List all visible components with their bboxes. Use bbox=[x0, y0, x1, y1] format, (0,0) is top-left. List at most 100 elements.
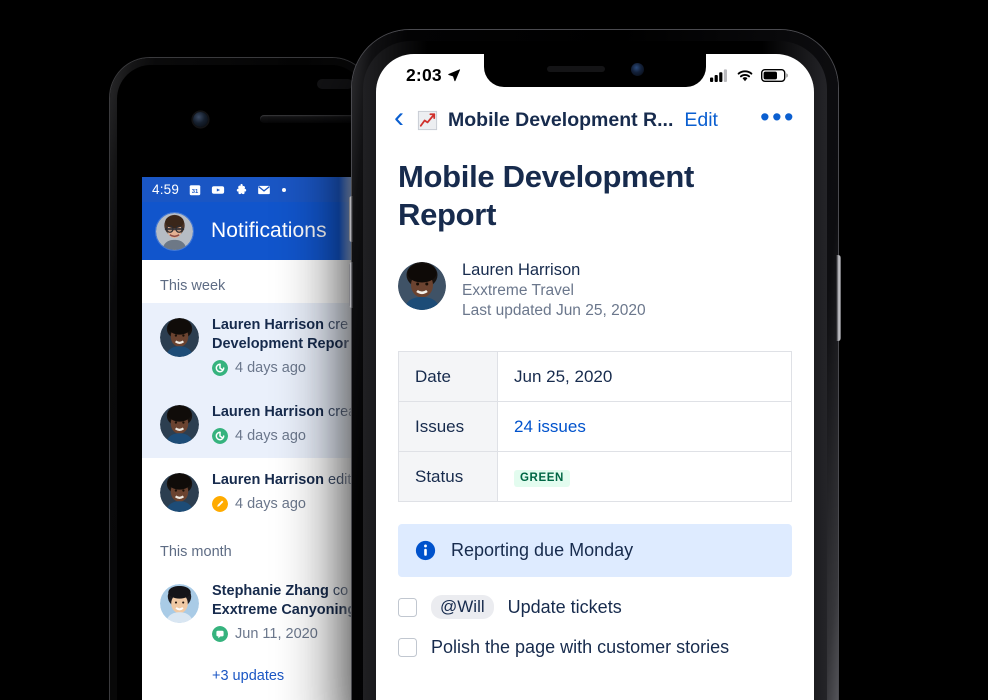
android-app-bar: Notifications bbox=[142, 202, 365, 260]
list-item-line2: Development Repor bbox=[212, 336, 349, 352]
table-row: Date Jun 25, 2020 bbox=[398, 351, 792, 402]
task-item[interactable]: Polish the page with customer stories bbox=[398, 637, 792, 658]
calendar-31-icon: 31 bbox=[189, 184, 201, 195]
list-item-line1: Stephanie Zhang co bbox=[212, 583, 349, 599]
edit-button[interactable]: Edit bbox=[684, 109, 718, 132]
list-item[interactable]: Lauren Harrison edit 4 days ago bbox=[142, 458, 365, 526]
checkbox-icon[interactable] bbox=[398, 597, 417, 617]
front-camera-icon bbox=[193, 112, 208, 127]
more-horizontal-icon[interactable]: ••• bbox=[760, 103, 796, 131]
avatar bbox=[160, 473, 199, 512]
author-name: Lauren Harrison bbox=[462, 261, 581, 279]
comment-icon bbox=[212, 626, 228, 642]
ios-clock-text: 2:03 bbox=[406, 64, 442, 85]
android-sensor-strip bbox=[317, 79, 353, 89]
list-item-body: Lauren Harrison crea 4 days ago bbox=[212, 403, 357, 444]
list-item-line1: Lauren Harrison edit bbox=[212, 472, 352, 488]
issues-link[interactable]: 24 issues bbox=[514, 417, 586, 436]
timestamp: 4 days ago bbox=[235, 496, 306, 512]
gmail-icon bbox=[258, 185, 270, 194]
list-item-meta: 4 days ago bbox=[212, 428, 347, 444]
avatar bbox=[160, 318, 199, 357]
table-row: Status GREEN bbox=[398, 451, 792, 502]
table-cell-key: Issues bbox=[398, 401, 498, 452]
table-cell-key: Status bbox=[398, 451, 498, 502]
android-app-screen: 4:59 31 Notifications This week Lauren H… bbox=[142, 177, 365, 700]
list-item[interactable]: Lauren Harrison crea 4 days ago bbox=[142, 390, 365, 458]
info-icon bbox=[415, 540, 436, 561]
info-panel: Reporting due Monday bbox=[398, 524, 792, 577]
last-updated: Last updated Jun 25, 2020 bbox=[462, 302, 646, 319]
more-updates-link[interactable]: +3 updates bbox=[142, 656, 365, 684]
list-item-meta: 4 days ago bbox=[212, 496, 347, 512]
list-item-line1: Lauren Harrison cre bbox=[212, 317, 349, 333]
table-cell-value: 24 issues bbox=[497, 401, 792, 452]
task-text: Update tickets bbox=[507, 596, 622, 617]
dot-icon bbox=[282, 187, 287, 192]
mention-chip[interactable]: @Will bbox=[431, 595, 494, 619]
table-cell-key: Date bbox=[398, 351, 498, 402]
page-title: Notifications bbox=[211, 219, 327, 242]
chart-increasing-icon bbox=[417, 110, 438, 130]
section-heading-this-week: This week bbox=[142, 260, 365, 303]
cellular-signal-icon bbox=[710, 68, 727, 82]
info-table: Date Jun 25, 2020 Issues 24 issues Statu… bbox=[398, 351, 792, 502]
android-clock: 4:59 bbox=[152, 182, 180, 197]
earpiece-speaker-icon bbox=[260, 115, 365, 123]
list-item-body: Lauren Harrison edit 4 days ago bbox=[212, 471, 352, 512]
list-item[interactable]: Stephanie Zhang co Exxtreme Canyoning Ju… bbox=[142, 569, 365, 656]
created-icon bbox=[212, 360, 228, 376]
puzzle-icon bbox=[236, 183, 247, 194]
edited-pencil-icon bbox=[212, 496, 228, 512]
android-phone-screen-bezel: 4:59 31 Notifications This week Lauren H… bbox=[117, 65, 365, 700]
created-icon bbox=[212, 428, 228, 444]
list-item-meta: Jun 11, 2020 bbox=[212, 626, 347, 642]
timestamp: 4 days ago bbox=[235, 428, 306, 444]
iphone-app-screen: 2:03 ‹ Mobile Development R... Edit ••• … bbox=[376, 54, 814, 700]
list-item-body: Stephanie Zhang co Exxtreme Canyoning Ju… bbox=[212, 582, 356, 642]
list-item-body: Lauren Harrison cre Development Repor 4 … bbox=[212, 316, 349, 376]
location-arrow-icon bbox=[448, 69, 460, 82]
table-row: Issues 24 issues bbox=[398, 401, 792, 452]
byline-text: Lauren Harrison Exxtreme Travel Last upd… bbox=[462, 260, 646, 321]
front-camera-icon bbox=[630, 62, 644, 76]
volume-down-button[interactable] bbox=[349, 262, 353, 308]
avatar bbox=[160, 405, 199, 444]
page-title: Mobile Development Report bbox=[398, 159, 695, 232]
list-item-meta: 4 days ago bbox=[212, 360, 347, 376]
task-text: Polish the page with customer stories bbox=[431, 637, 730, 657]
byline: Lauren Harrison Exxtreme Travel Last upd… bbox=[398, 260, 792, 321]
checkbox-icon[interactable] bbox=[398, 638, 417, 657]
battery-icon bbox=[761, 68, 788, 82]
screenshot-stage: 4:59 31 Notifications This week Lauren H… bbox=[0, 0, 988, 700]
ios-status-icons bbox=[710, 68, 788, 82]
chevron-left-icon[interactable]: ‹ bbox=[392, 103, 416, 137]
power-button[interactable] bbox=[836, 255, 841, 341]
list-item-line1: Lauren Harrison crea bbox=[212, 404, 357, 420]
table-cell-value: Jun 25, 2020 bbox=[497, 351, 792, 402]
iphone-bezel: 2:03 ‹ Mobile Development R... Edit ••• … bbox=[363, 41, 827, 700]
document-content: Mobile Development Report Lauren Harriso… bbox=[376, 158, 814, 658]
wifi-icon bbox=[737, 69, 753, 81]
timestamp: 4 days ago bbox=[235, 360, 306, 376]
author-avatar bbox=[398, 262, 446, 310]
android-phone-device: 4:59 31 Notifications This week Lauren H… bbox=[110, 58, 372, 700]
iphone-notch bbox=[484, 54, 706, 87]
android-status-bar: 4:59 31 bbox=[142, 177, 365, 202]
earpiece-speaker-icon bbox=[546, 66, 605, 72]
info-panel-text: Reporting due Monday bbox=[451, 540, 634, 560]
avatar[interactable] bbox=[156, 212, 193, 250]
ios-clock: 2:03 bbox=[406, 65, 461, 86]
list-item[interactable]: Lauren Harrison cre Development Repor 4 … bbox=[142, 303, 365, 390]
iphone-device: 2:03 ‹ Mobile Development R... Edit ••• … bbox=[352, 30, 838, 700]
nav-title: Mobile Development R... bbox=[448, 108, 674, 131]
avatar bbox=[160, 584, 199, 623]
section-heading-this-month: This month bbox=[142, 526, 365, 569]
status-badge: GREEN bbox=[514, 469, 570, 487]
table-cell-value: GREEN bbox=[497, 451, 792, 502]
task-item[interactable]: @Will Update tickets bbox=[398, 595, 792, 619]
ios-nav-bar: ‹ Mobile Development R... Edit ••• bbox=[376, 96, 814, 144]
youtube-icon bbox=[211, 185, 225, 194]
volume-up-button[interactable] bbox=[349, 196, 353, 242]
author-org: Exxtreme Travel bbox=[462, 282, 574, 299]
